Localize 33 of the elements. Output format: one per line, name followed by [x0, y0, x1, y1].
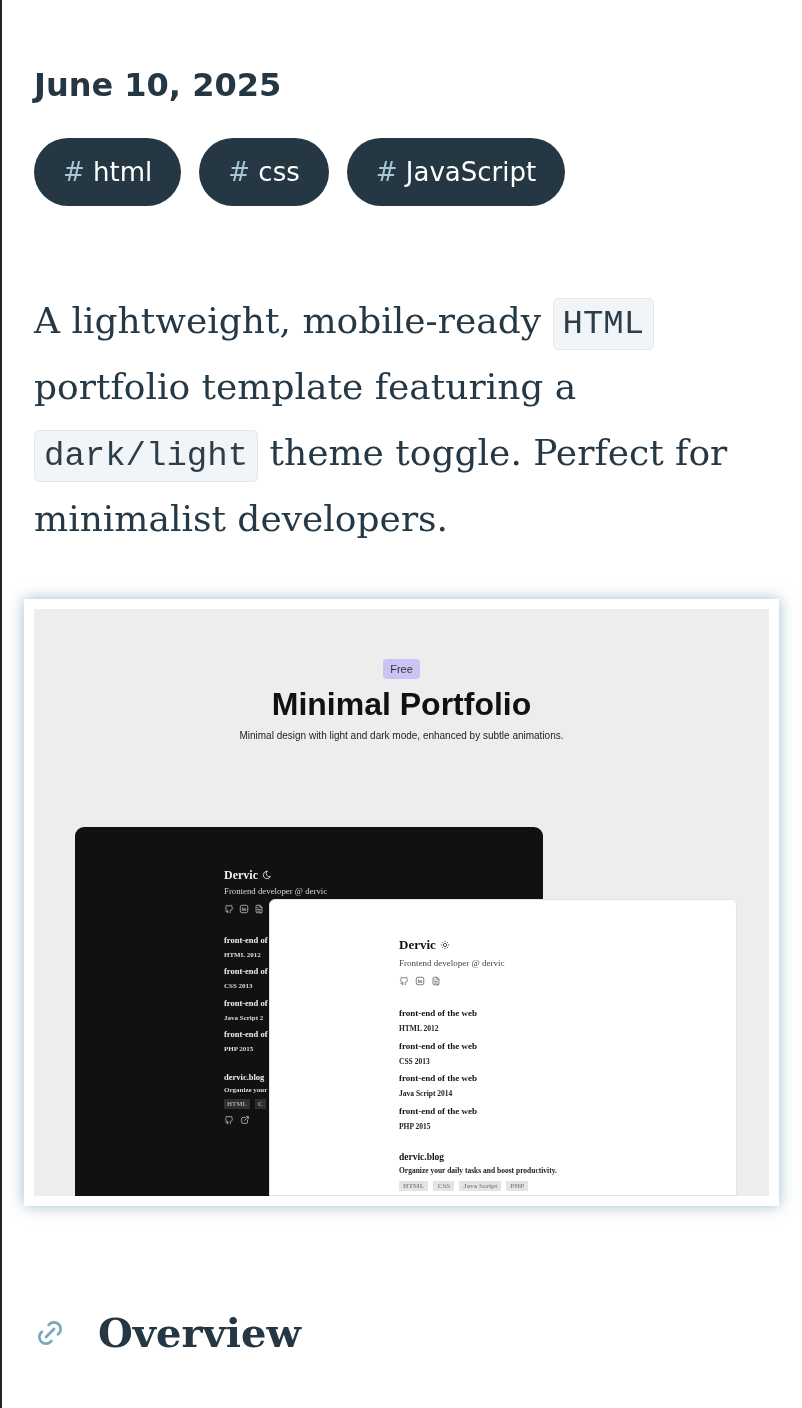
document-icon[interactable]: [254, 904, 264, 914]
section-heading: Overview: [98, 1308, 301, 1358]
profile-role: Frontend developer @ dervic: [399, 957, 505, 970]
profile-role: Frontend developer @ dervic: [224, 885, 328, 898]
github-icon[interactable]: [224, 1115, 234, 1126]
experience-title: front-end of: [224, 965, 268, 979]
tag-link[interactable]: # html: [34, 138, 182, 206]
github-icon[interactable]: [399, 976, 409, 986]
experience-title: front-end of the web: [399, 1007, 478, 1020]
project-title: dervic.blog: [399, 1151, 445, 1165]
experience-title: front-end of the web: [399, 1072, 478, 1086]
moon-icon[interactable]: [262, 870, 272, 880]
experience-title: front-end of the web: [399, 1104, 478, 1118]
profile-name: Dervic: [399, 937, 436, 953]
experience-title: front-end of: [224, 996, 268, 1010]
preview-title: Minimal Portfolio: [271, 686, 532, 722]
post-date: June 10, 2025: [34, 65, 282, 105]
experience-title: front-end of the web: [399, 1039, 478, 1053]
pricing-badge: Free: [383, 659, 420, 679]
sun-icon[interactable]: [439, 940, 450, 950]
project-title: dervic.blog: [224, 1071, 265, 1085]
post-summary: A lightweight, mobile-ready HTML portfolio template featuring a dark/light theme toggle. Perfect for minimalist developers.: [34, 297, 729, 541]
profile-name: Dervic: [224, 867, 258, 883]
experience-title: front-end of: [224, 1027, 268, 1041]
experience-title: front-end of: [224, 934, 268, 947]
preview-subtitle: Minimal design with light and dark mode, enhanced by subtle animations.: [239, 729, 564, 743]
tag-link[interactable]: # JavaScript: [346, 138, 566, 206]
linkedin-icon[interactable]: [239, 904, 249, 914]
github-icon[interactable]: [224, 904, 234, 914]
linkedin-icon[interactable]: [415, 976, 425, 986]
tag-link[interactable]: # css: [199, 138, 329, 206]
external-link-icon[interactable]: [240, 1115, 250, 1126]
document-icon[interactable]: [431, 976, 441, 986]
